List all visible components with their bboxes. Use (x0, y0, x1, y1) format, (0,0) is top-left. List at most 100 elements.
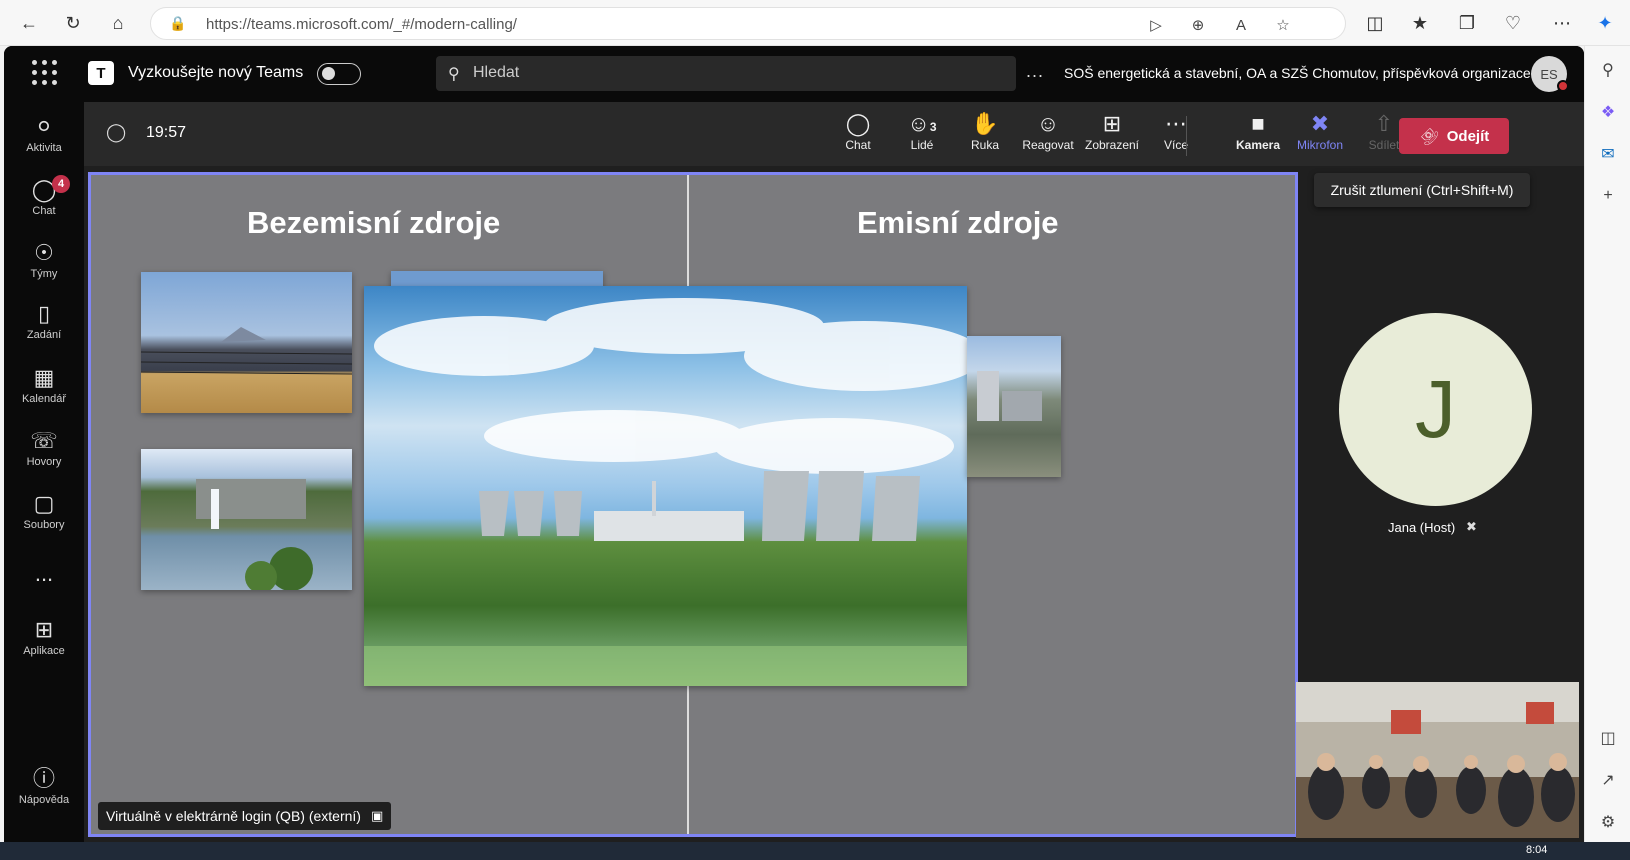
copilot-sidebar-icon[interactable]: ❖ (1596, 100, 1620, 124)
meeting-controls: ◯ 19:57 ◯ Chat ☺3 Lidé ✋ Ruka ☺ Reagovat… (84, 102, 1584, 166)
collections-icon[interactable]: ❐ (1452, 8, 1482, 38)
chat-label: Chat (845, 138, 871, 152)
app-launcher-icon[interactable] (32, 60, 58, 86)
rail-item-label: Chat (32, 205, 56, 217)
unmute-tooltip: Zrušit ztlumení (Ctrl+Shift+M) (1314, 173, 1530, 207)
search-placeholder: Hledat (473, 64, 520, 81)
classroom-video-image (1296, 682, 1579, 838)
video-camera-icon: ■ (1251, 111, 1265, 136)
rail-item-label: Týmy (30, 268, 58, 280)
people-icon: ☺3 (907, 111, 937, 136)
rail-item-calendar[interactable]: ▦ Kalendář (4, 363, 84, 421)
hand-label: Ruka (970, 138, 999, 152)
favorite-star-icon[interactable]: ☆ (1270, 12, 1296, 38)
rail-item-chat[interactable]: ◯ Chat 4 (4, 175, 84, 233)
rail-item-label: Zadání (26, 329, 62, 341)
rail-item-label: Aplikace (23, 645, 65, 657)
nuclear-plant-image (364, 298, 967, 686)
apps-icon: ⊞ (34, 617, 54, 642)
more-label: Více (1163, 138, 1188, 152)
leave-button[interactable]: ☏ Odejít (1399, 118, 1509, 154)
rail-item-help[interactable]: ⓘ Nápověda (4, 764, 84, 822)
people-label: Lidé (910, 138, 934, 152)
rail-item-apps[interactable]: ⊞ Aplikace (4, 615, 84, 673)
mic-label: Mikrofon (1296, 138, 1343, 152)
camera-button[interactable]: ■ Kamera (1226, 110, 1290, 162)
new-teams-toggle[interactable] (317, 63, 361, 85)
classroom-video-tile[interactable] (1296, 682, 1579, 838)
edge-sidebar: ⚲ ❖ ✉ + ◫ ↗ ⚙ (1584, 46, 1630, 860)
browser-toolbar: ← ↻ ⌂ 🔒 https://teams.microsoft.com/_#/m… (0, 0, 1630, 46)
zoom-icon[interactable]: ⊕ (1185, 12, 1211, 38)
read-aloud-icon[interactable]: A (1228, 12, 1254, 38)
avatar[interactable]: ES (1531, 56, 1569, 92)
more-icon: ... (34, 561, 54, 586)
rail-item-activity[interactable]: ⚪ Aktivita (4, 112, 84, 170)
url-text[interactable]: https://teams.microsoft.com/_#/modern-ca… (206, 16, 517, 33)
browser-essentials-icon[interactable]: ♡ (1498, 8, 1528, 38)
rail-item-teams[interactable]: ☉ Týmy (4, 238, 84, 296)
help-icon: ⓘ (32, 766, 55, 791)
camera-icon[interactable]: ▷ (1143, 12, 1169, 38)
react-label: Reagovat (1022, 138, 1074, 152)
raise-hand-button[interactable]: ✋ Ruka (953, 110, 1017, 162)
participant-avatar[interactable]: J (1339, 313, 1532, 506)
app-rail: ⚪ Aktivita ◯ Chat 4 ☉ Týmy ▯ Zadání ▦ Ka… (4, 102, 84, 842)
camera-label: Kamera (1235, 138, 1281, 152)
split-screen-icon[interactable]: ◫ (1360, 8, 1390, 38)
dam-photo (141, 449, 352, 590)
address-bar[interactable]: 🔒 https://teams.microsoft.com/_#/modern-… (150, 7, 1346, 40)
copilot-icon[interactable]: ✦ (1590, 8, 1620, 38)
add-icon[interactable]: + (1596, 184, 1620, 208)
avatar-initials: ES (1540, 66, 1558, 82)
right-heading: Emisní zdroje (857, 205, 1059, 240)
phone-icon: ☏ (30, 428, 58, 453)
search-input[interactable]: ⚲ Hledat (436, 56, 1016, 91)
shield-icon[interactable]: ◯ (106, 122, 126, 144)
chat-icon: ◯ (845, 111, 871, 136)
more-button[interactable]: ⋯ Více (1144, 110, 1208, 162)
microphone-button[interactable]: ✖ Mikrofon (1288, 110, 1352, 162)
gear-icon[interactable]: ⚙ (1596, 810, 1620, 834)
refresh-icon[interactable]: ↻ (58, 8, 88, 38)
home-icon[interactable]: ⌂ (103, 8, 133, 38)
react-button[interactable]: ☺ Reagovat (1016, 110, 1080, 162)
view-button[interactable]: ⊞ Zobrazení (1080, 110, 1144, 162)
dam-image (196, 479, 313, 590)
back-icon[interactable]: ← (14, 8, 44, 38)
teams-logo-icon: T (88, 61, 114, 85)
presenter-label[interactable]: Virtuálně v elektrárně login (QB) (exter… (98, 802, 392, 830)
hang-up-icon: ☏ (1415, 122, 1442, 149)
solar-plant-photo (141, 272, 352, 413)
open-external-icon[interactable]: ↗ (1596, 768, 1620, 792)
solar-plant-image (141, 327, 352, 375)
smiley-icon: ☺ (1036, 111, 1060, 136)
grid-view-icon: ⊞ (1102, 111, 1122, 136)
file-icon: ▢ (33, 491, 55, 516)
mic-off-icon: ✖ (1310, 111, 1330, 136)
outlook-icon[interactable]: ✉ (1596, 142, 1620, 166)
rail-more[interactable]: ... (4, 559, 84, 589)
sidebar-toggle-icon[interactable]: ◫ (1596, 726, 1620, 750)
presenter-name: Virtuálně v elektrárně login (QB) (exter… (106, 808, 361, 824)
rail-item-files[interactable]: ▢ Soubory (4, 489, 84, 547)
org-name[interactable]: SOŠ energetická a stavební, OA a SZŠ Cho… (1064, 65, 1531, 81)
people-button[interactable]: ☺3 Lidé (890, 110, 954, 162)
rail-item-calls[interactable]: ☏ Hovory (4, 426, 84, 484)
leave-label: Odejít (1446, 127, 1490, 145)
search-icon[interactable]: ⚲ (1596, 58, 1620, 82)
mic-off-icon: ✖ (1466, 519, 1477, 534)
bell-icon: ⚪ (34, 114, 54, 139)
chat-button[interactable]: ◯ Chat (826, 110, 890, 162)
rail-item-assignments[interactable]: ▯ Zadání (4, 299, 84, 357)
meeting-timer: 19:57 (146, 124, 187, 141)
settings-more-icon[interactable]: ⋯ (1547, 8, 1577, 38)
teams-header: T Vyzkoušejte nový Teams ⚲ Hledat ... SO… (4, 46, 1584, 102)
favorites-icon[interactable]: ★ (1405, 8, 1435, 38)
calendar-icon: ▦ (33, 365, 55, 390)
rail-item-label: Soubory (23, 519, 65, 531)
hand-icon: ✋ (971, 111, 999, 136)
shared-content-stage[interactable]: Bezemisní zdroje Emisní zdroje Virtuálně… (88, 172, 1298, 837)
more-options-icon[interactable]: ... (1026, 61, 1044, 82)
left-heading: Bezemisní zdroje (247, 205, 501, 240)
